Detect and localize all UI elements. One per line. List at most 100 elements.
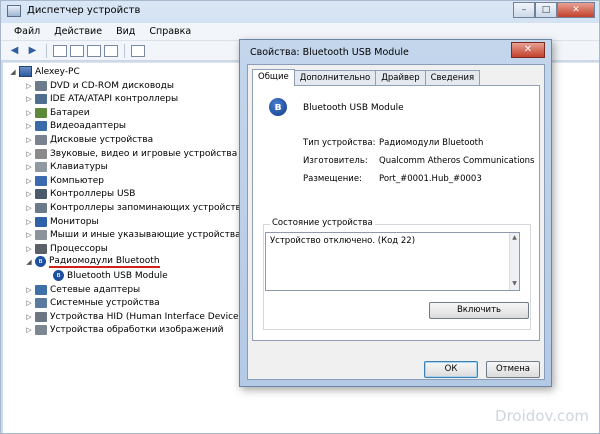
- tree-item[interactable]: ▷ Устройства HID (Human Interface Devices…: [25, 310, 247, 323]
- tree-item-label: Клавиатуры: [50, 161, 108, 172]
- expand-arrow-icon[interactable]: ▷: [25, 82, 33, 90]
- expand-arrow-icon[interactable]: ▷: [25, 109, 33, 117]
- maximize-button[interactable]: □: [535, 2, 557, 18]
- device-category-icon: [35, 120, 47, 131]
- expand-arrow-icon[interactable]: ▷: [25, 95, 33, 103]
- tab-advanced[interactable]: Дополнительно: [293, 70, 377, 85]
- minimize-button[interactable]: –: [513, 2, 535, 18]
- device-category-icon: [35, 134, 47, 145]
- device-category-icon: [35, 107, 47, 118]
- scroll-up-icon[interactable]: ▲: [510, 234, 519, 243]
- collapse-arrow-icon[interactable]: ◢: [9, 68, 17, 76]
- close-button[interactable]: ✕: [557, 2, 595, 18]
- expand-arrow-icon[interactable]: ▷: [25, 204, 33, 212]
- expand-arrow-icon[interactable]: ▷: [25, 313, 33, 321]
- dialog-close-button[interactable]: ✕: [511, 42, 545, 58]
- tree-item-label: Сетевые адаптеры: [50, 284, 141, 295]
- device-category-icon: [35, 324, 47, 335]
- tree-item-bluetooth-usb-module[interactable]: ʙ Bluetooth USB Module: [51, 269, 168, 282]
- device-category-icon: [35, 148, 47, 159]
- expand-arrow-icon[interactable]: ▷: [25, 150, 33, 158]
- tree-item-bluetooth[interactable]: ◢ ʙ Радиомодули Bluetooth: [25, 255, 160, 268]
- forward-icon[interactable]: ▶: [25, 44, 40, 58]
- device-category-icon: [35, 80, 47, 91]
- expand-arrow-icon[interactable]: ▷: [25, 136, 33, 144]
- tree-item[interactable]: ▷ IDE ATA/ATAPI контроллеры: [25, 92, 178, 105]
- device-category-icon: [35, 188, 47, 199]
- tree-item[interactable]: ▷ Компьютер: [25, 174, 104, 187]
- tree-item[interactable]: ▷ Клавиатуры: [25, 160, 108, 173]
- device-category-icon: [35, 216, 47, 227]
- status-scrollbar[interactable]: ▲ ▼: [509, 233, 519, 290]
- prop-type-value: Радиомодули Bluetooth: [379, 138, 484, 148]
- show-hide-tree-icon[interactable]: [53, 44, 67, 57]
- device-status-textbox[interactable]: Устройство отключено. (Код 22) ▲ ▼: [265, 232, 520, 291]
- view-icon[interactable]: [104, 44, 118, 57]
- menu-action[interactable]: Действие: [47, 23, 109, 40]
- collapse-arrow-icon[interactable]: ◢: [25, 258, 33, 266]
- enable-device-button[interactable]: Включить: [429, 302, 529, 319]
- help-icon[interactable]: [87, 44, 101, 57]
- tree-item-label: Устройства HID (Human Interface Devices): [50, 311, 247, 322]
- device-category-icon: [35, 243, 47, 254]
- watermark: Droidov.com: [495, 407, 589, 425]
- device-category-icon: [35, 311, 47, 322]
- tree-item[interactable]: ▷ Устройства обработки изображений: [25, 323, 224, 336]
- expand-arrow-icon[interactable]: ▷: [25, 299, 33, 307]
- tree-root[interactable]: ◢ Alexey-PC: [9, 65, 80, 78]
- tree-item[interactable]: ▷ Батареи: [25, 106, 90, 119]
- tree-item-label: Мыши и иные указывающие устройства: [50, 229, 241, 240]
- expand-arrow-icon[interactable]: ▷: [25, 286, 33, 294]
- tree-item-label: Процессоры: [50, 243, 108, 254]
- scroll-down-icon[interactable]: ▼: [510, 280, 519, 289]
- tree-item-label: Батареи: [50, 107, 90, 118]
- tree-item[interactable]: ▷ Мыши и иные указывающие устройства: [25, 228, 241, 241]
- device-category-icon: [35, 161, 47, 172]
- general-tab-panel: ʙ Bluetooth USB Module Тип устройства: Р…: [252, 85, 540, 341]
- menu-help[interactable]: Справка: [142, 23, 198, 40]
- ok-button[interactable]: ОК: [424, 361, 478, 378]
- prop-type-key: Тип устройства:: [303, 138, 376, 148]
- expand-arrow-icon[interactable]: ▷: [25, 231, 33, 239]
- tree-item-label: Видеоадаптеры: [50, 120, 127, 131]
- scan-hardware-icon[interactable]: [131, 44, 145, 57]
- expand-arrow-icon[interactable]: ▷: [25, 177, 33, 185]
- prop-manufacturer-key: Изготовитель:: [303, 156, 368, 166]
- expand-arrow-icon[interactable]: ▷: [25, 122, 33, 130]
- tree-item[interactable]: ▷ Мониторы: [25, 215, 99, 228]
- tree-root-label: Alexey-PC: [35, 66, 80, 77]
- bluetooth-icon: ʙ: [53, 270, 64, 281]
- expand-arrow-icon[interactable]: ▷: [25, 163, 33, 171]
- expand-arrow-icon[interactable]: ▷: [25, 326, 33, 334]
- prop-location-value: Port_#0001.Hub_#0003: [379, 174, 482, 184]
- tree-item-label: Компьютер: [50, 175, 104, 186]
- tree-item[interactable]: ▷ Звуковые, видео и игровые устройства: [25, 147, 237, 160]
- tree-item[interactable]: ▷ DVD и CD-ROM дисководы: [25, 79, 174, 92]
- tab-general[interactable]: Общие: [252, 69, 295, 86]
- properties-icon[interactable]: [70, 44, 84, 57]
- properties-dialog: Свойства: Bluetooth USB Module ✕ Общие Д…: [239, 39, 552, 387]
- window-title: Диспетчер устройств: [27, 5, 141, 16]
- device-category-icon: [35, 297, 47, 308]
- tree-item[interactable]: ▷ Процессоры: [25, 242, 108, 255]
- tab-details[interactable]: Сведения: [424, 70, 481, 85]
- cancel-button[interactable]: Отмена: [486, 361, 540, 378]
- menu-view[interactable]: Вид: [109, 23, 142, 40]
- tree-item[interactable]: ▷ Видеоадаптеры: [25, 119, 126, 132]
- tab-driver[interactable]: Драйвер: [375, 70, 426, 85]
- tree-item[interactable]: ▷ Контроллеры USB: [25, 187, 135, 200]
- device-name: Bluetooth USB Module: [303, 103, 404, 113]
- expand-arrow-icon[interactable]: ▷: [25, 218, 33, 226]
- tree-item[interactable]: ▷ Контроллеры запоминающих устройств: [25, 201, 241, 214]
- device-status-text: Устройство отключено. (Код 22): [270, 236, 416, 246]
- tree-item-label: Устройства обработки изображений: [50, 324, 224, 335]
- bluetooth-icon: ʙ: [35, 256, 46, 267]
- tree-item[interactable]: ▷ Системные устройства: [25, 296, 160, 309]
- dialog-tabs: Общие Дополнительно Драйвер Сведения: [252, 69, 481, 86]
- expand-arrow-icon[interactable]: ▷: [25, 245, 33, 253]
- back-icon[interactable]: ◀: [7, 44, 22, 58]
- expand-arrow-icon[interactable]: ▷: [25, 190, 33, 198]
- tree-item[interactable]: ▷ Сетевые адаптеры: [25, 283, 140, 296]
- tree-item[interactable]: ▷ Дисковые устройства: [25, 133, 153, 146]
- menu-file[interactable]: Файл: [7, 23, 47, 40]
